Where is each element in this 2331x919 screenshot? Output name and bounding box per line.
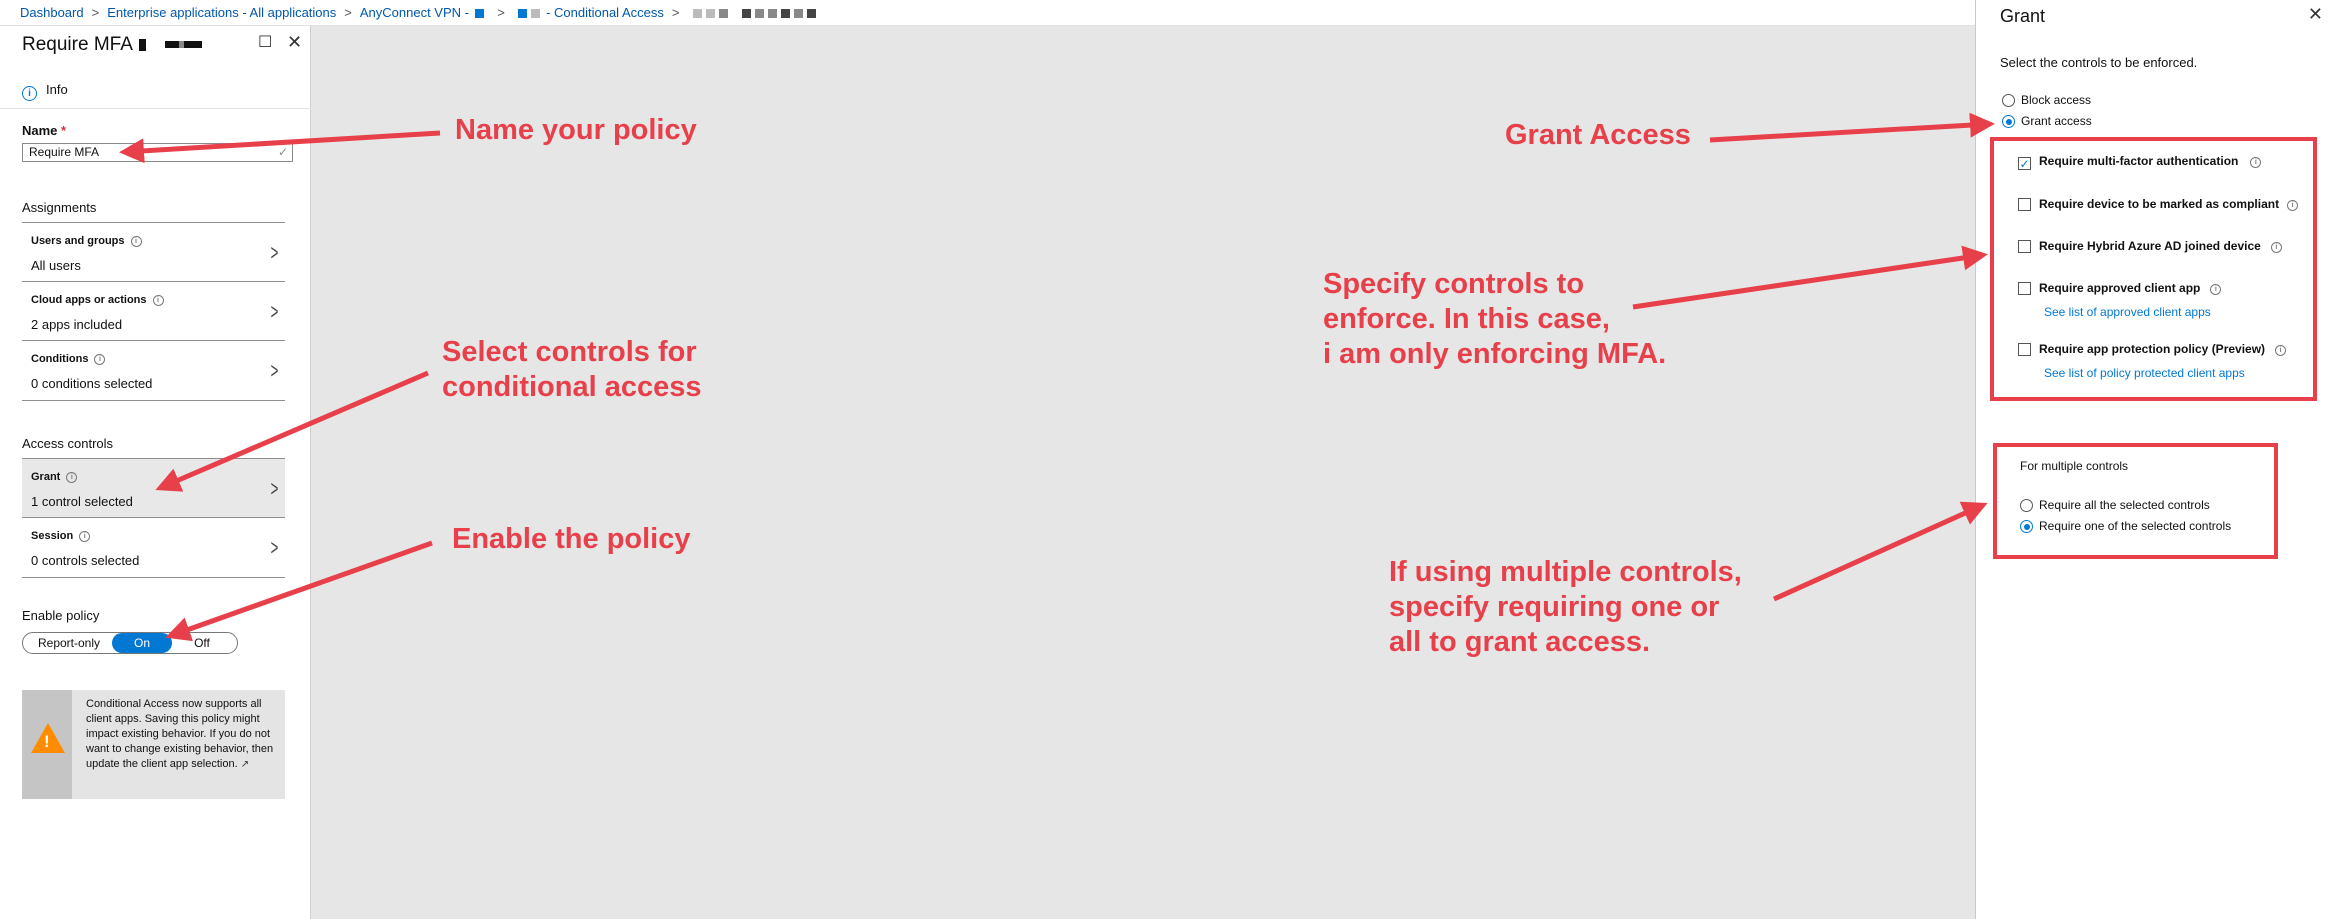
redacted-block [165,41,180,49]
annotation-multiple-controls: If using multiple controls, specify requi… [1389,556,1742,658]
breadcrumb-anyconnect-vpn[interactable]: AnyConnect VPN - [360,5,469,20]
redacted-block [754,9,764,18]
redacted-block [767,9,777,18]
breadcrumb-separator: > [671,5,680,20]
annotation-enable-policy: Enable the policy [452,523,691,555]
annotation-select-controls: Select controls for conditional access [442,336,702,403]
breadcrumb: Dashboard > Enterprise applications - All … [0,0,1975,26]
toggle-report-only[interactable]: Report-only [29,633,109,653]
redacted-block [706,9,716,18]
redacted-block [518,9,528,18]
arrow-to-controls-box [1632,245,1988,310]
nav-grant[interactable]: Grant i 1 control selected > [22,458,285,517]
redacted-block [741,9,751,18]
info-icon: i [152,295,164,306]
arrow-to-grant-radio [1709,112,1995,143]
chevron-right-icon: > [270,240,279,265]
annotation-grant-access: Grant Access [1505,119,1691,151]
redacted-block [793,9,803,18]
chevron-right-icon: > [270,358,279,383]
radio-selected-icon [2002,115,2015,128]
name-input[interactable]: Require MFA ✓ [22,143,293,162]
redacted-block [806,9,816,18]
policy-blade: Require MFA ☐ ✕ i Info Name * Require MFA… [0,26,311,919]
notice-text: Conditional Access now supports all clie… [86,698,274,770]
toggle-off[interactable]: Off [175,633,229,653]
divider [0,108,311,109]
close-icon[interactable]: ✕ [2308,4,2323,25]
warning-icon-mark: ! [44,732,50,751]
grant-title: Grant [2000,6,2046,26]
nav-cloud-apps[interactable]: Cloud apps or actions i 2 apps included > [22,281,285,340]
info-icon: i [66,472,78,483]
info-icon: i [94,354,106,365]
access-controls-heading: Access controls [22,436,114,451]
redacted-block [184,41,203,49]
toggle-on[interactable]: On [112,633,172,653]
assignments-heading: Assignments [22,200,97,215]
enable-policy-toggle[interactable]: Report-only On Off [22,632,238,654]
name-label: Name * [22,123,67,138]
annotation-name-policy: Name your policy [455,114,697,146]
breadcrumb-separator: > [344,5,352,20]
radio-grant-access[interactable]: Grant access [2002,113,2092,129]
chevron-right-icon: > [270,299,279,324]
info-link[interactable]: i Info [22,82,68,101]
arrow-to-multiple-box [1772,501,1988,602]
breadcrumb-dashboard[interactable]: Dashboard [20,5,84,20]
enable-policy-label: Enable policy [22,608,100,623]
nav-users-and-groups[interactable]: Users and groups i All users > [22,222,285,281]
breadcrumb-separator: > [91,5,100,20]
nav-conditions[interactable]: Conditions i 0 conditions selected > [22,340,285,401]
breadcrumb-enterprise-apps[interactable]: Enterprise applications - All applicatio… [107,5,336,20]
redacted-block [719,9,729,18]
maximize-icon[interactable]: ☐ [258,34,272,52]
external-link-icon[interactable]: ↗ [241,759,249,770]
grant-instruction: Select the controls to be enforced. [2000,55,2198,70]
info-icon: i [22,86,37,101]
nav-session[interactable]: Session i 0 controls selected > [22,517,285,578]
annotation-specify-controls: Specify controls to enforce. In this case… [1323,268,1667,370]
redacted-block [531,9,541,18]
redacted-block [780,9,790,18]
redacted-block [139,38,147,51]
redacted-block [474,9,484,18]
breadcrumb-separator: > [497,5,505,20]
client-apps-notice: ! Conditional Access now supports all cl… [22,690,285,799]
close-icon[interactable]: ✕ [287,33,302,51]
radio-icon [2002,94,2015,107]
chevron-right-icon: > [270,476,279,501]
blade-title: Require MFA [22,34,203,56]
radio-block-access[interactable]: Block access [2002,92,2091,108]
controls-highlight-box [1990,137,2317,401]
info-icon: i [130,236,142,247]
chevron-right-icon: > [270,535,279,560]
info-icon: i [79,531,91,542]
breadcrumb-conditional-access[interactable]: - Conditional Access [546,5,664,20]
checkmark-icon: ✓ [277,145,288,159]
multiple-controls-highlight-box [1993,443,2278,559]
redacted-block [693,9,703,18]
